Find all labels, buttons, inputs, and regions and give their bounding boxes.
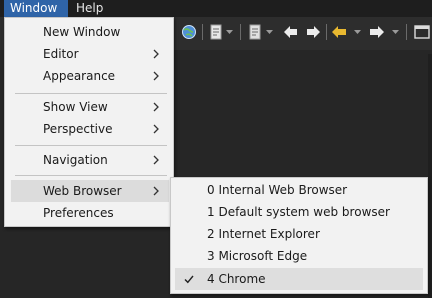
- menu-item-label: Show View: [43, 100, 108, 114]
- checkmark-icon: [184, 275, 194, 284]
- web-browser-submenu: 0 Internal Web Browser 1 Default system …: [170, 177, 428, 294]
- globe-icon[interactable]: [180, 23, 198, 41]
- menu-item-label: Perspective: [43, 122, 113, 136]
- chevron-right-icon: [153, 102, 159, 112]
- menu-item-navigation[interactable]: Navigation: [11, 149, 169, 171]
- menu-item-new-window[interactable]: New Window: [11, 21, 169, 43]
- chevron-right-icon: [153, 155, 159, 165]
- chevron-right-icon: [153, 49, 159, 59]
- chevron-down-icon[interactable]: [226, 29, 233, 35]
- menubar: Window Help: [0, 0, 432, 17]
- browser-option-internet-explorer[interactable]: 2 Internet Explorer: [175, 223, 423, 245]
- document-icon[interactable]: [207, 23, 225, 41]
- menu-item-editor[interactable]: Editor: [11, 43, 169, 65]
- maximize-icon[interactable]: [413, 23, 431, 41]
- next-icon[interactable]: [368, 23, 386, 41]
- toolbar-separator: [240, 24, 241, 40]
- previous-edit-icon[interactable]: [330, 23, 348, 41]
- browser-option-default-system[interactable]: 1 Default system web browser: [175, 201, 423, 223]
- browser-option-label: 4 Chrome: [207, 272, 266, 286]
- toolbar-separator: [326, 24, 327, 40]
- menu-item-label: Web Browser: [43, 184, 122, 198]
- menu-item-show-view[interactable]: Show View: [11, 96, 169, 118]
- menu-item-label: Navigation: [43, 153, 108, 167]
- chevron-down-icon[interactable]: [392, 29, 399, 35]
- menu-separator: [15, 175, 167, 176]
- browser-option-chrome[interactable]: 4 Chrome: [175, 268, 423, 290]
- right-edge: [428, 54, 432, 298]
- menu-item-web-browser[interactable]: Web Browser: [11, 180, 169, 202]
- menu-item-label: New Window: [43, 25, 121, 39]
- menu-item-label: Preferences: [43, 206, 114, 220]
- menu-item-perspective[interactable]: Perspective: [11, 118, 169, 140]
- menu-help[interactable]: Help: [70, 0, 109, 17]
- menu-item-preferences[interactable]: Preferences: [11, 202, 169, 224]
- chevron-right-icon: [153, 71, 159, 81]
- browser-option-label: 1 Default system web browser: [207, 205, 390, 219]
- window-menu: New Window Editor Appearance Show View P…: [4, 17, 174, 227]
- menu-separator: [15, 145, 167, 146]
- chevron-down-icon[interactable]: [266, 29, 273, 35]
- chevron-right-icon: [153, 124, 159, 134]
- menu-separator: [15, 93, 167, 94]
- menu-item-label: Editor: [43, 47, 79, 61]
- toolbar-separator: [202, 24, 203, 40]
- browser-option-internal[interactable]: 0 Internal Web Browser: [175, 179, 423, 201]
- back-icon[interactable]: [282, 23, 300, 41]
- browser-option-label: 2 Internet Explorer: [207, 227, 320, 241]
- document-icon[interactable]: [246, 23, 264, 41]
- chevron-down-icon[interactable]: [354, 29, 361, 35]
- chevron-right-icon: [153, 186, 159, 196]
- menu-item-appearance[interactable]: Appearance: [11, 65, 169, 87]
- browser-option-label: 0 Internal Web Browser: [207, 183, 348, 197]
- forward-icon[interactable]: [304, 23, 322, 41]
- browser-option-microsoft-edge[interactable]: 3 Microsoft Edge: [175, 245, 423, 267]
- toolbar-separator: [406, 24, 407, 40]
- menu-item-label: Appearance: [43, 69, 116, 83]
- menu-window[interactable]: Window: [4, 0, 68, 17]
- browser-option-label: 3 Microsoft Edge: [207, 249, 308, 263]
